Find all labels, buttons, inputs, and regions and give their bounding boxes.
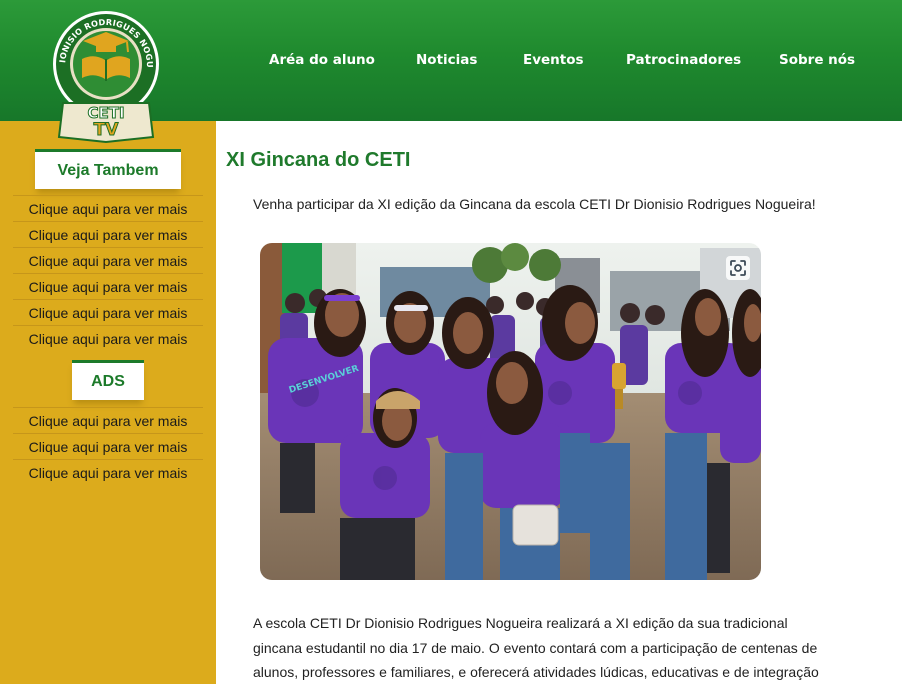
list-item: Clique aqui para ver mais (13, 325, 203, 351)
article-title: XI Gincana do CETI (226, 149, 411, 171)
list-item: Clique aqui para ver mais (13, 407, 203, 433)
sidebar-link[interactable]: Clique aqui para ver mais (29, 227, 188, 243)
article-photo[interactable]: DESENVOLVER (260, 243, 761, 580)
sidebar: Veja Tambem Clique aqui para ver mais Cl… (0, 121, 216, 684)
veja-tambem-list: Clique aqui para ver mais Clique aqui pa… (13, 195, 203, 351)
ads-list: Clique aqui para ver mais Clique aqui pa… (13, 407, 203, 485)
sidebar-link[interactable]: Clique aqui para ver mais (29, 439, 188, 455)
list-item: Clique aqui para ver mais (13, 221, 203, 247)
nav-eventos[interactable]: Eventos (523, 52, 584, 68)
sidebar-link[interactable]: Clique aqui para ver mais (29, 331, 188, 347)
students-photo-illustration: DESENVOLVER (260, 243, 761, 580)
list-item: Clique aqui para ver mais (13, 195, 203, 221)
logo-emblem: DR. DIONISIO RODRIGUES NOGUEIRA CETI TV (46, 1, 159, 144)
list-item: Clique aqui para ver mais (13, 459, 203, 485)
logo-tv-text: TV (94, 120, 120, 140)
sidebar-link[interactable]: Clique aqui para ver mais (29, 413, 188, 429)
nav-patrocinadores[interactable]: Patrocinadores (626, 52, 741, 68)
article-body-line: alunos, professores e familiares, e ofer… (253, 664, 819, 680)
sidebar-link[interactable]: Clique aqui para ver mais (29, 465, 188, 481)
article-body-line: gincana estudantil no dia 17 de maio. O … (253, 639, 818, 656)
article-body: A escola CETI Dr Dionisio Rodrigues Nogu… (253, 611, 853, 684)
sidebar-link[interactable]: Clique aqui para ver mais (29, 279, 188, 295)
nav-area-do-aluno[interactable]: Aréa do aluno (269, 52, 375, 68)
list-item: Clique aqui para ver mais (13, 273, 203, 299)
sidebar-link[interactable]: Clique aqui para ver mais (29, 305, 188, 321)
sidebar-heading-veja-tambem: Veja Tambem (35, 149, 181, 189)
nav-noticias[interactable]: Noticias (416, 52, 477, 68)
list-item: Clique aqui para ver mais (13, 247, 203, 273)
google-lens-icon[interactable] (726, 256, 750, 280)
article: XI Gincana do CETI Venha participar da X… (216, 121, 902, 684)
sidebar-heading-ads: ADS (72, 360, 144, 400)
ceti-tv-logo[interactable]: DR. DIONISIO RODRIGUES NOGUEIRA CETI TV (46, 1, 163, 144)
article-intro: Venha participar da XI edição da Gincana… (253, 196, 816, 212)
article-body-line: A escola CETI Dr Dionisio Rodrigues Nogu… (253, 615, 788, 631)
sidebar-link[interactable]: Clique aqui para ver mais (29, 201, 188, 217)
list-item: Clique aqui para ver mais (13, 433, 203, 459)
sidebar-link[interactable]: Clique aqui para ver mais (29, 253, 188, 269)
list-item: Clique aqui para ver mais (13, 299, 203, 325)
nav-sobre-nos[interactable]: Sobre nós (779, 52, 855, 68)
